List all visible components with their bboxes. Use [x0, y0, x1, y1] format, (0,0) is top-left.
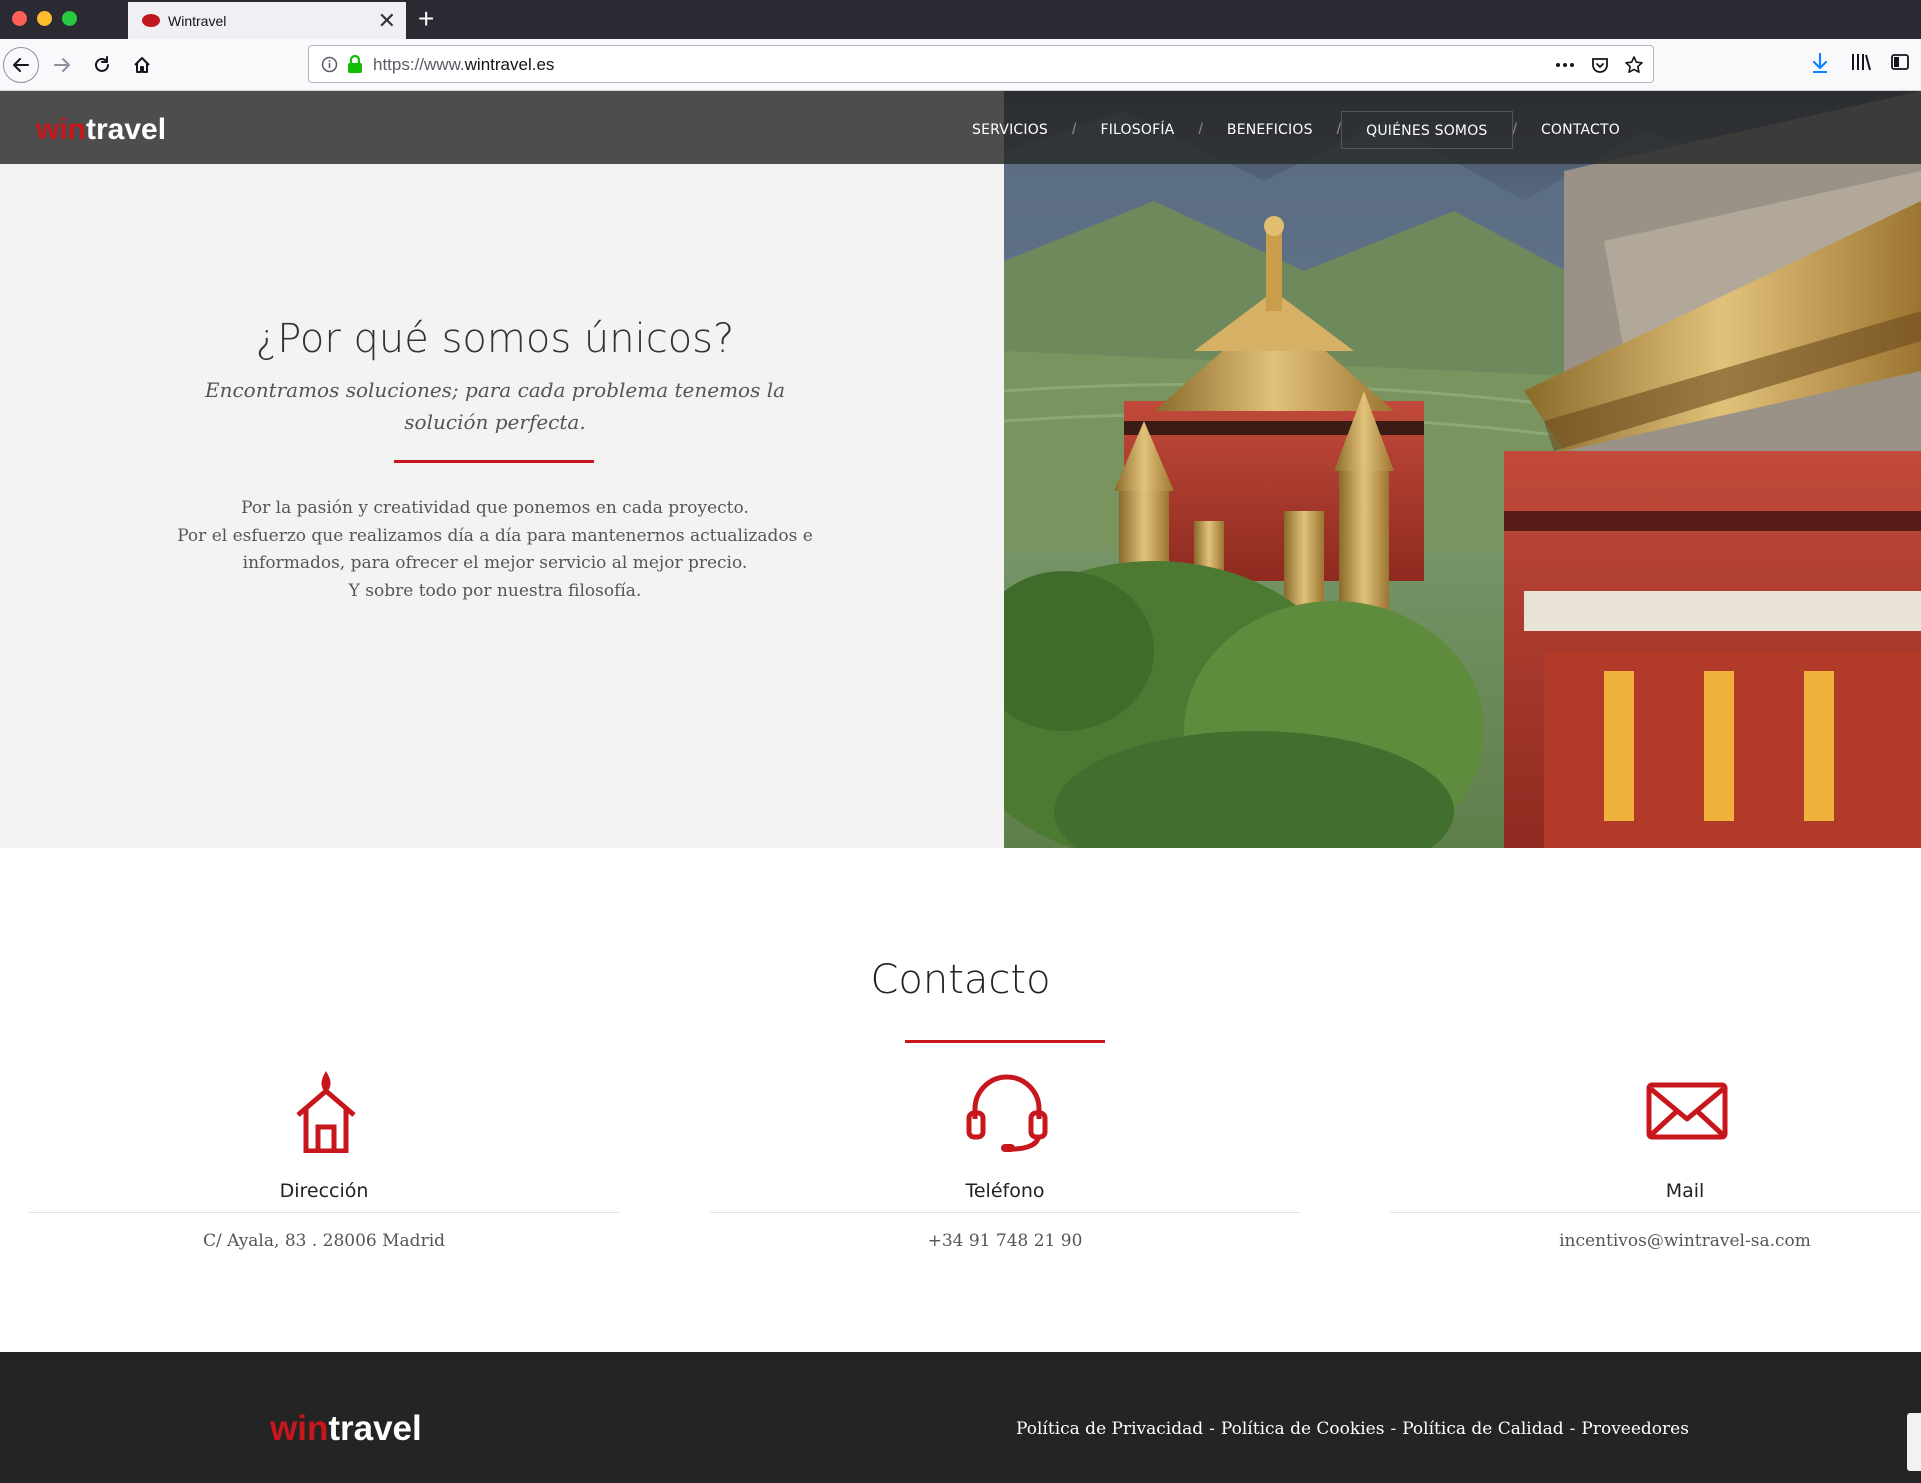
browser-toolbar: https://www.wintravel.es [0, 39, 1921, 91]
contact-divider-line [29, 1212, 619, 1213]
contact-title: Contacto [870, 957, 1051, 1003]
logo-travel-text: travel [86, 113, 167, 146]
home-icon [134, 57, 150, 73]
address-bar[interactable]: https://www.wintravel.es [308, 45, 1654, 83]
footer-links: Política de Privacidad - Política de Cooki… [1016, 1419, 1689, 1439]
library-icon[interactable] [1850, 52, 1872, 72]
temple-photo [1004, 91, 1921, 848]
contact-label: Teléfono [965, 1180, 1045, 1202]
arrow-right-icon [54, 58, 70, 72]
menu-item-beneficios[interactable]: BENEFICIOS [1203, 111, 1337, 149]
why-divider [394, 460, 594, 463]
url-domain: wintravel.es [464, 55, 555, 74]
contact-value[interactable]: +34 91 748 21 90 [710, 1231, 1300, 1251]
footer-logo[interactable]: wintravel [270, 1409, 422, 1449]
contact-divider-line [710, 1212, 1300, 1213]
menu-item-servicios[interactable]: SERVICIOS [948, 111, 1072, 149]
quality-policy-link[interactable]: Política de Calidad [1402, 1419, 1563, 1439]
contact-divider-line [1390, 1212, 1921, 1213]
privacy-policy-link[interactable]: Política de Privacidad [1016, 1419, 1203, 1439]
tab-close-icon[interactable]: ✕ [378, 8, 396, 34]
download-icon[interactable] [1810, 52, 1830, 74]
tab-title: Wintravel [168, 13, 227, 29]
contact-label: Dirección [279, 1180, 369, 1202]
sidebar-icon[interactable] [1890, 52, 1910, 72]
site-header: wintravel SERVICIOS / FILOSOFÍA / BENEFI… [0, 91, 1921, 164]
arrow-left-icon [13, 58, 29, 72]
browser-tab-bar: Wintravel ✕ + [0, 0, 1921, 39]
window-zoom-button[interactable] [62, 11, 77, 26]
more-actions-icon[interactable] [1554, 55, 1576, 75]
menu-item-quienes-somos[interactable]: QUIÉNES SOMOS [1341, 111, 1513, 149]
scroll-to-top-tab[interactable] [1907, 1413, 1921, 1471]
why-body-line: Y sobre todo por nuestra filosofía. [348, 580, 642, 601]
url-prefix: https://www. [373, 55, 465, 74]
footer-link-separator: - [1390, 1419, 1397, 1439]
window-close-button[interactable] [12, 11, 27, 26]
forward-button[interactable] [44, 47, 80, 83]
web-page: wintravel SERVICIOS / FILOSOFÍA / BENEFI… [0, 91, 1921, 1483]
suppliers-link[interactable]: Proveedores [1581, 1419, 1689, 1439]
cookies-policy-link[interactable]: Política de Cookies [1221, 1419, 1385, 1439]
contact-label: Mail [1665, 1180, 1705, 1202]
headset-icon [966, 1074, 1048, 1152]
why-section [0, 91, 1004, 848]
logo-travel-text: travel [328, 1409, 422, 1448]
favicon-icon [142, 14, 160, 27]
logo-win-text: win [36, 113, 86, 146]
contact-email-link[interactable]: incentivos@wintravel-sa.com [1390, 1231, 1921, 1251]
contact-value: C/ Ayala, 83 . 28006 Madrid [202, 1231, 446, 1251]
envelope-icon [1646, 1082, 1728, 1140]
reload-icon [95, 56, 109, 72]
why-subtitle: Encontramos soluciones; para cada proble… [204, 378, 786, 434]
why-title: ¿Por qué somos únicos? [255, 316, 735, 362]
why-body-line: Por la pasión y creatividad que ponemos … [241, 498, 749, 518]
reload-button[interactable] [84, 47, 120, 83]
window-minimize-button[interactable] [37, 11, 52, 26]
why-body-line: Por el esfuerzo que realizamos día a día… [177, 525, 813, 574]
new-tab-button[interactable]: + [418, 3, 434, 35]
home-button[interactable] [124, 47, 160, 83]
back-button[interactable] [3, 47, 39, 83]
logo-win-text: win [270, 1409, 329, 1448]
site-footer: wintravel Política de Privacidad - Polític… [0, 1352, 1921, 1483]
url-text[interactable]: https://www.wintravel.es [373, 55, 554, 75]
main-menu: SERVICIOS / FILOSOFÍA / BENEFICIOS / QUI… [948, 111, 1644, 149]
pocket-icon[interactable] [1590, 55, 1610, 75]
why-body: Por la pasión y creatividad que ponemos … [150, 495, 840, 605]
temple-landscape-image [1004, 91, 1921, 848]
info-icon[interactable] [321, 56, 338, 73]
bookmark-star-icon[interactable] [1624, 55, 1644, 75]
menu-item-contacto[interactable]: CONTACTO [1517, 111, 1644, 149]
lock-icon[interactable] [347, 55, 363, 74]
footer-link-separator: - [1209, 1419, 1215, 1439]
wintravel-logo[interactable]: wintravel [36, 113, 166, 147]
contact-divider [905, 1040, 1105, 1043]
menu-item-filosofia[interactable]: FILOSOFÍA [1076, 111, 1198, 149]
house-icon [296, 1071, 356, 1153]
browser-tab[interactable]: Wintravel ✕ [128, 0, 406, 39]
footer-link-separator: - [1569, 1419, 1576, 1439]
